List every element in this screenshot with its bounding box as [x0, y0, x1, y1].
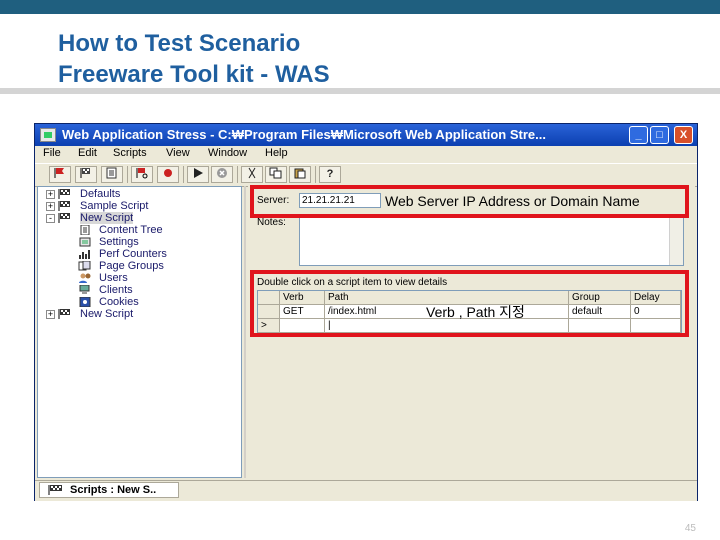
- cut-icon[interactable]: [241, 166, 263, 183]
- tab-scripts[interactable]: Scripts : New S..: [39, 482, 179, 498]
- record-icon[interactable]: [157, 166, 179, 183]
- tree-item-new-script-2[interactable]: New Script: [80, 308, 133, 320]
- tree-item-page-groups[interactable]: Page Groups: [99, 260, 164, 272]
- tree-expander[interactable]: +: [46, 190, 55, 199]
- cookies-icon: [79, 297, 91, 307]
- close-button[interactable]: X: [674, 126, 693, 144]
- tree-item-new-script[interactable]: New Script: [80, 212, 134, 224]
- notes-label: Notes:: [257, 217, 286, 228]
- tree-item-perf-counters[interactable]: Perf Counters: [99, 248, 167, 260]
- minimize-button[interactable]: _: [629, 126, 648, 144]
- content-tree-icon: [80, 225, 90, 235]
- clients-icon: [79, 285, 90, 294]
- window-title: Web Application Stress - C:₩Program File…: [62, 127, 546, 142]
- flag-icon: [58, 201, 70, 211]
- stop-icon[interactable]: [211, 166, 233, 183]
- notes-scrollbar[interactable]: [669, 217, 683, 265]
- slide-title: How to Test Scenario Freeware Tool kit -…: [58, 28, 330, 90]
- menu-window[interactable]: Window: [208, 147, 247, 159]
- top-accent-bar: [0, 0, 720, 14]
- tree-expander[interactable]: +: [46, 310, 55, 319]
- scripts-cut-icon[interactable]: [131, 166, 153, 183]
- paste-icon[interactable]: [289, 166, 311, 183]
- play-icon[interactable]: [187, 166, 209, 183]
- flag-icon: [48, 485, 62, 495]
- flag-icon: [58, 189, 70, 199]
- app-icon: [40, 128, 56, 142]
- settings-icon: [79, 237, 91, 247]
- toolbar-separator: [127, 166, 128, 183]
- perf-counters-icon: [79, 250, 90, 259]
- users-icon: [79, 273, 91, 283]
- tree-item-sample-script[interactable]: Sample Script: [80, 200, 148, 212]
- toolbar-separator: [315, 166, 316, 183]
- toolbar-separator: [183, 166, 184, 183]
- window-titlebar[interactable]: Web Application Stress - C:₩Program File…: [35, 124, 697, 146]
- toolbar-separator: [237, 166, 238, 183]
- copy-icon[interactable]: [265, 166, 287, 183]
- tree-item-users[interactable]: Users: [99, 272, 128, 284]
- tree-item-content-tree[interactable]: Content Tree: [99, 224, 163, 236]
- title-divider: [0, 88, 720, 94]
- help-icon[interactable]: ?: [319, 166, 341, 183]
- menu-bar: File Edit Scripts View Window Help: [35, 146, 697, 162]
- tab-label: Scripts : New S..: [70, 484, 157, 496]
- tree-item-cookies[interactable]: Cookies: [99, 296, 139, 308]
- tree-item-settings[interactable]: Settings: [99, 236, 139, 248]
- script-icon[interactable]: [101, 166, 123, 183]
- slide-title-line-1: How to Test Scenario: [58, 30, 301, 57]
- menu-help[interactable]: Help: [265, 147, 288, 159]
- tree-expander[interactable]: -: [46, 214, 55, 223]
- toolbar: ?: [35, 163, 697, 187]
- flag-icon: [58, 213, 70, 223]
- tree-item-defaults[interactable]: Defaults: [80, 188, 120, 200]
- flag-go-icon[interactable]: [49, 166, 71, 183]
- tab-strip: Scripts : New S..: [35, 480, 697, 501]
- server-callout: Web Server IP Address or Domain Name: [385, 193, 640, 209]
- menu-edit[interactable]: Edit: [78, 147, 97, 159]
- menu-scripts[interactable]: Scripts: [113, 147, 147, 159]
- notes-textarea[interactable]: [299, 216, 684, 266]
- menu-view[interactable]: View: [166, 147, 190, 159]
- tree-item-clients[interactable]: Clients: [99, 284, 133, 296]
- tree-expander[interactable]: +: [46, 202, 55, 211]
- flag-icon: [58, 309, 70, 319]
- menu-file[interactable]: File: [43, 147, 61, 159]
- verb-path-callout: Verb , Path 지정: [426, 304, 525, 320]
- page-groups-icon: [78, 261, 91, 271]
- maximize-button[interactable]: □: [650, 126, 669, 144]
- script-tree: + Defaults + Sample Script - New Script …: [37, 186, 242, 478]
- page-number: 45: [684, 523, 696, 534]
- splitter[interactable]: [244, 186, 246, 478]
- flag-new-icon[interactable]: [75, 166, 97, 183]
- slide-title-line-2: Freeware Tool kit - WAS: [58, 61, 330, 88]
